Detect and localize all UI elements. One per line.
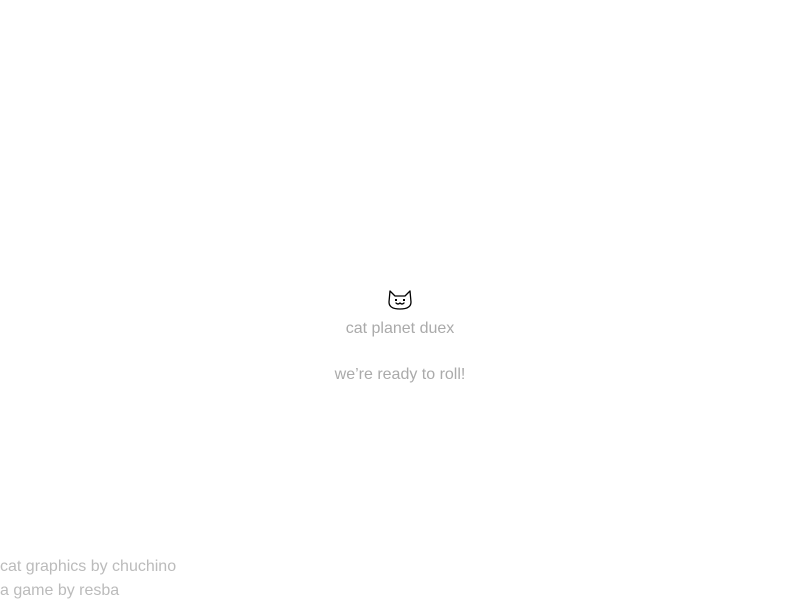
cat-face-icon [388, 290, 412, 310]
game-screen[interactable]: cat planet duex we’re ready to roll! cat… [0, 0, 800, 600]
status-message: we’re ready to roll! [334, 366, 466, 383]
author-credit: a game by resba [0, 582, 120, 599]
credits: cat graphics by chuchino a game by resba [0, 555, 176, 600]
game-title: cat planet duex [345, 320, 455, 337]
graphics-credit: cat graphics by chuchino [0, 558, 177, 575]
loading-panel: cat planet duex we’re ready to roll! [0, 288, 800, 385]
